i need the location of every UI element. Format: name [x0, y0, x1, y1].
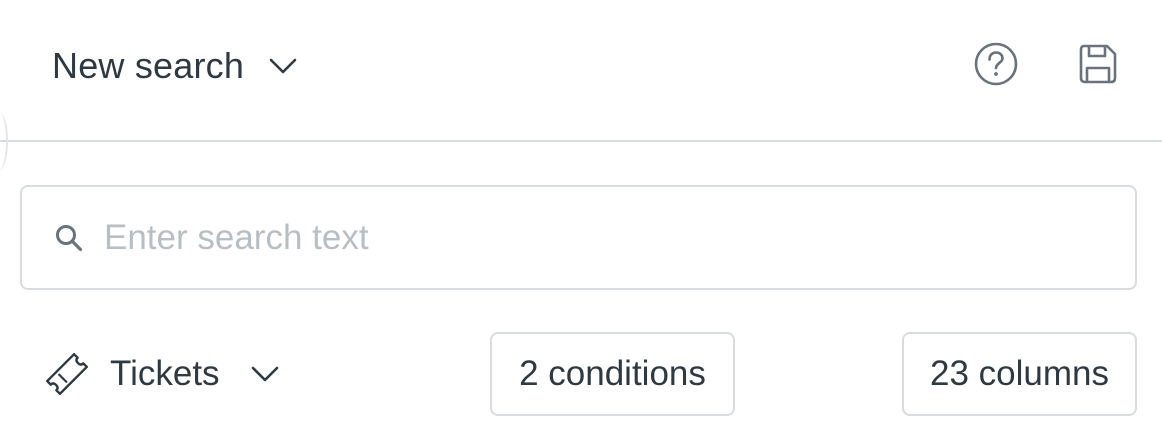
- conditions-button[interactable]: 2 conditions: [490, 332, 735, 416]
- help-circle-icon: [973, 41, 1019, 87]
- object-type-dropdown[interactable]: Tickets: [44, 346, 282, 402]
- panel-edge: [0, 112, 8, 170]
- search-input[interactable]: [104, 217, 1084, 258]
- save-search-button[interactable]: [1072, 38, 1124, 90]
- conditions-label: 2 conditions: [519, 354, 706, 393]
- search-panel: New search Enter search text Tickets 2 c…: [0, 0, 1162, 448]
- chevron-down-icon: [248, 357, 282, 391]
- search-title: New search: [52, 45, 245, 86]
- search-title-dropdown[interactable]: New search: [52, 38, 300, 94]
- help-button[interactable]: [970, 38, 1022, 90]
- ticket-icon: [44, 351, 90, 397]
- columns-label: 23 columns: [930, 354, 1109, 393]
- save-icon: [1077, 43, 1119, 85]
- object-type-label: Tickets: [110, 354, 220, 393]
- search-header: New search: [0, 0, 1162, 170]
- columns-button[interactable]: 23 columns: [902, 332, 1137, 416]
- chevron-down-icon: [266, 49, 300, 83]
- search-icon: [52, 221, 86, 255]
- search-field[interactable]: [20, 185, 1137, 290]
